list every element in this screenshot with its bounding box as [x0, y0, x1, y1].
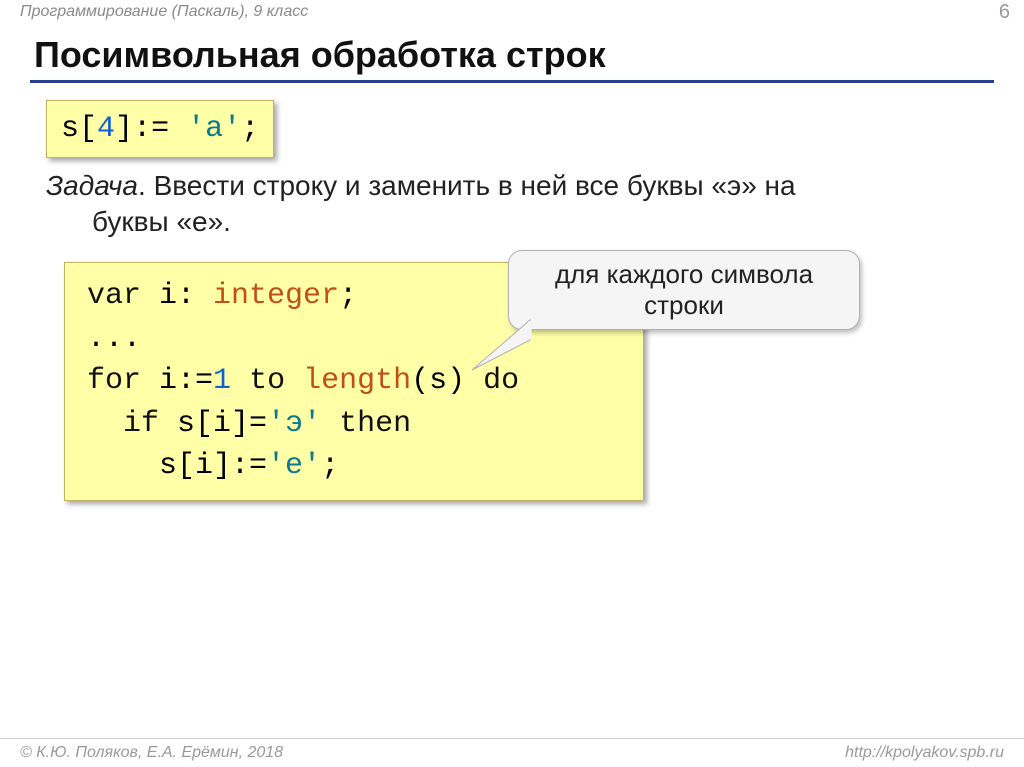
code-text: i:= — [159, 364, 213, 398]
kw-type: integer — [213, 279, 339, 313]
task-label: Задача — [46, 170, 138, 201]
header-bar: Программирование (Паскаль), 9 класс 6 — [0, 0, 1024, 24]
code-snippet-small: s[4]:= 'а'; — [46, 100, 274, 158]
slide-root: Программирование (Паскаль), 9 класс 6 По… — [0, 0, 1024, 767]
page-number: 6 — [999, 1, 1010, 24]
code-text: s[i]= — [177, 407, 267, 441]
code-number: 1 — [213, 364, 231, 398]
task-paragraph: Задача. Ввести строку и заменить в ней в… — [46, 168, 966, 241]
footer-url: http://kpolyakov.spb.ru — [845, 744, 1004, 762]
kw-to: to — [249, 364, 285, 398]
title-underline — [30, 80, 994, 83]
course-label: Программирование (Паскаль), 9 класс — [20, 3, 308, 21]
task-text: Ввести строку и заменить в ней все буквы… — [154, 170, 796, 201]
callout-line2: строки — [523, 290, 845, 321]
task-text-line2: буквы «е». — [92, 204, 966, 240]
code-index: 4 — [97, 112, 115, 146]
code-text: := — [133, 112, 187, 146]
callout-line1: для каждого символа — [523, 259, 845, 290]
kw-length: length — [303, 364, 411, 398]
code-text: ; — [339, 279, 357, 313]
code-char: а — [205, 112, 223, 146]
code-string: 'е' — [267, 449, 321, 483]
code-text: [ — [79, 112, 97, 146]
kw-var: var — [87, 279, 141, 313]
kw-then: then — [339, 407, 411, 441]
kw-if: if — [123, 407, 159, 441]
callout-bubble: для каждого символа строки — [508, 250, 860, 330]
code-quote: ' — [187, 112, 205, 146]
code-text: ] — [115, 112, 133, 146]
slide-title: Посимвольная обработка строк — [34, 34, 606, 76]
code-text: s — [61, 112, 79, 146]
code-string: 'э' — [267, 407, 321, 441]
code-quote: ' — [223, 112, 241, 146]
code-text: ; — [321, 449, 339, 483]
footer-bar: © К.Ю. Поляков, Е.А. Ерёмин, 2018 http:/… — [0, 738, 1024, 767]
code-text: i: — [159, 279, 213, 313]
code-text: s[i]:= — [159, 449, 267, 483]
code-ellipsis: ... — [87, 322, 141, 356]
task-text: . — [138, 170, 154, 201]
kw-for: for — [87, 364, 141, 398]
code-text: ; — [241, 112, 259, 146]
footer-copyright: © К.Ю. Поляков, Е.А. Ерёмин, 2018 — [20, 744, 283, 762]
callout-tail — [466, 318, 536, 378]
